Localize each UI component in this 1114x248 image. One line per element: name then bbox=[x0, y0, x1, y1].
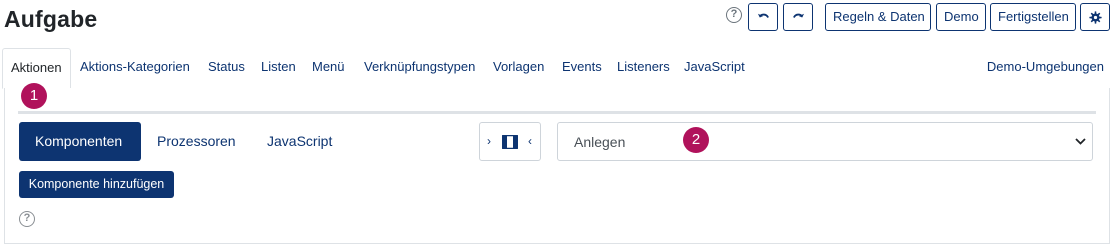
tab-verknuepfungstypen[interactable]: Verknüpfungstypen bbox=[364, 48, 475, 88]
tab-bar: Aktionen Aktions-Kategorien Status Liste… bbox=[0, 48, 1114, 89]
page-title: Aufgabe bbox=[4, 6, 98, 32]
tab-menu[interactable]: Menü bbox=[312, 48, 345, 88]
add-component-button[interactable]: Komponente hinzufügen bbox=[19, 171, 174, 198]
tab-listen[interactable]: Listen bbox=[261, 48, 296, 88]
divider bbox=[18, 111, 1096, 114]
segment-javascript[interactable]: JavaScript bbox=[251, 122, 351, 161]
tab-listeners[interactable]: Listeners bbox=[617, 48, 670, 88]
question-circle-icon[interactable]: ? bbox=[726, 7, 742, 23]
action-select-value: Anlegen bbox=[574, 134, 626, 150]
step-marker-1: 1 bbox=[21, 83, 47, 109]
tab-aktions-kategorien[interactable]: Aktions-Kategorien bbox=[80, 48, 190, 88]
settings-button[interactable] bbox=[1080, 3, 1110, 31]
undo-button[interactable] bbox=[748, 3, 778, 31]
panel-toggle[interactable]: › ‹ bbox=[479, 122, 541, 161]
step-marker-2: 2 bbox=[683, 127, 709, 153]
question-circle-icon[interactable]: ? bbox=[19, 211, 35, 227]
chevron-left-icon: ‹ bbox=[528, 134, 532, 148]
action-select[interactable]: Anlegen bbox=[557, 122, 1093, 161]
tab-vorlagen[interactable]: Vorlagen bbox=[493, 48, 544, 88]
gear-icon bbox=[1088, 11, 1102, 24]
chevron-right-icon: › bbox=[487, 134, 491, 148]
segment-prozessoren[interactable]: Prozessoren bbox=[141, 122, 251, 161]
columns-icon bbox=[502, 135, 518, 149]
redo-button[interactable] bbox=[783, 3, 813, 31]
tab-javascript[interactable]: JavaScript bbox=[684, 48, 745, 88]
segment-komponenten[interactable]: Komponenten bbox=[19, 122, 141, 161]
rules-and-data-button[interactable]: Regeln & Daten bbox=[825, 3, 931, 31]
tab-events[interactable]: Events bbox=[562, 48, 602, 88]
tab-demo-umgebungen[interactable]: Demo-Umgebungen bbox=[987, 48, 1104, 88]
tab-status[interactable]: Status bbox=[208, 48, 245, 88]
chevron-down-icon bbox=[1075, 138, 1086, 145]
demo-button[interactable]: Demo bbox=[936, 3, 986, 31]
finish-button[interactable]: Fertigstellen bbox=[990, 3, 1076, 31]
undo-icon bbox=[757, 13, 769, 19]
redo-icon bbox=[792, 13, 804, 19]
